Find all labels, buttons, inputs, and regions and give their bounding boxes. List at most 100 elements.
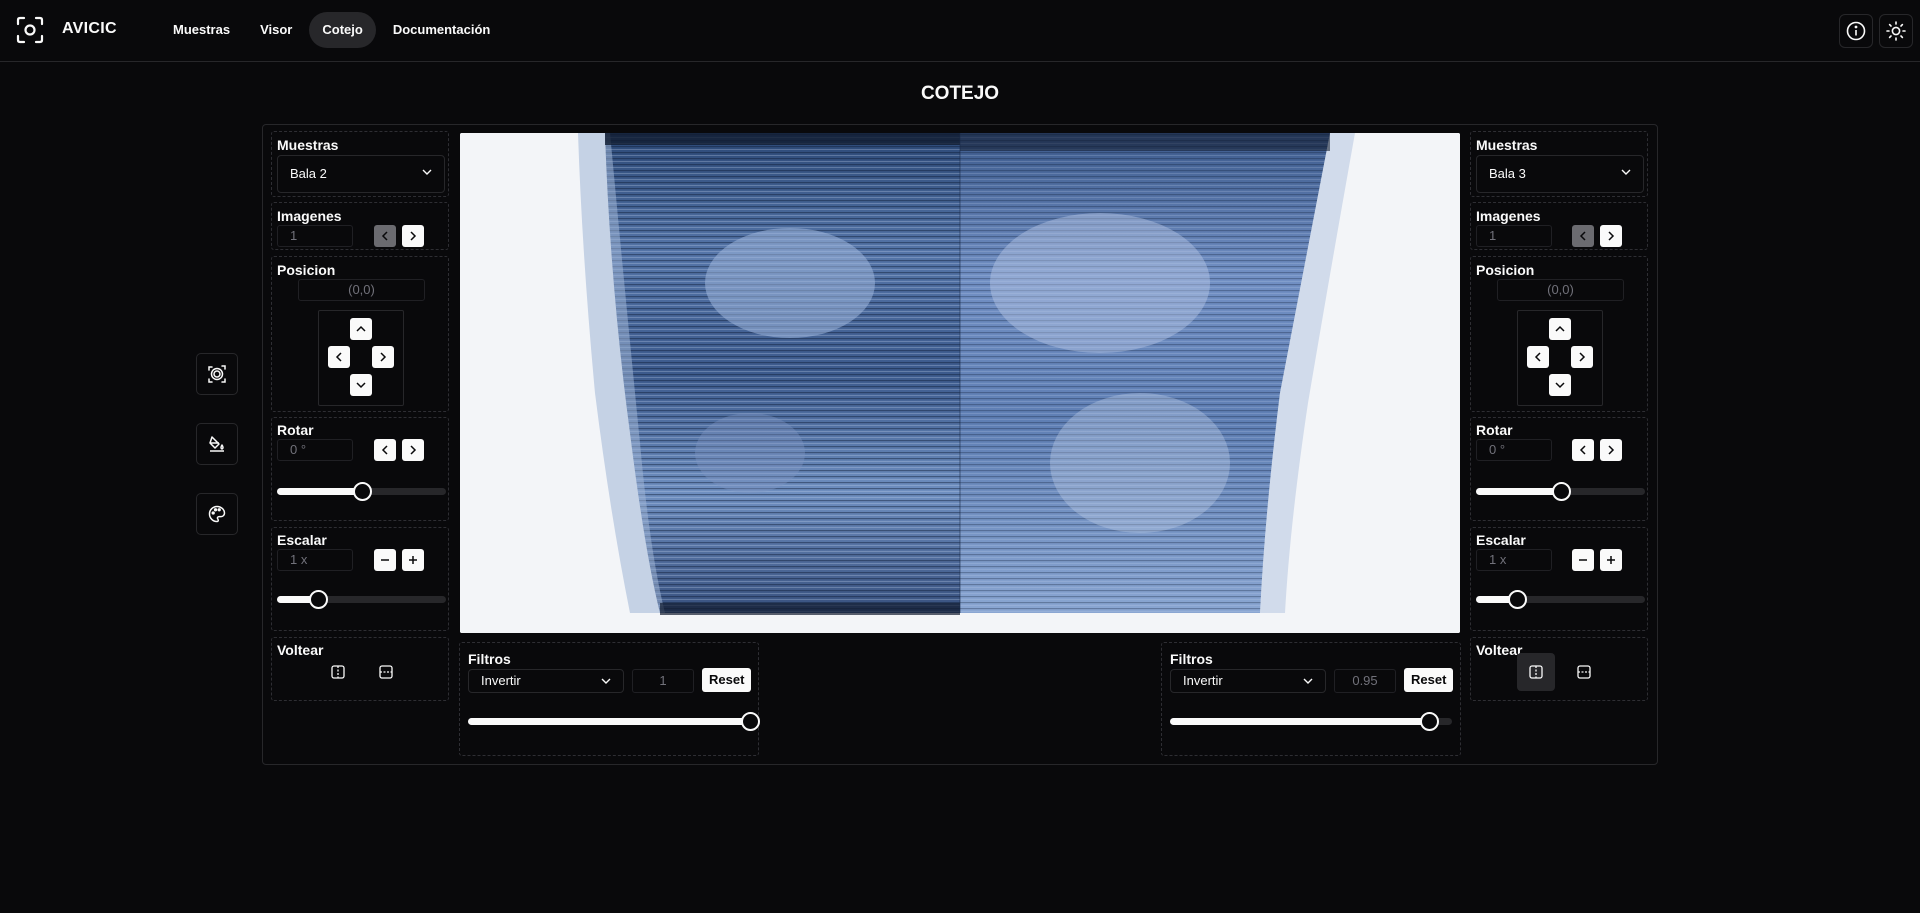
left-rotar-slider-thumb[interactable] bbox=[352, 482, 372, 501]
left-filtros-label: Filtros bbox=[468, 651, 511, 667]
main-nav: Muestras Visor Cotejo Documentación bbox=[160, 12, 503, 48]
left-escalar-slider-thumb[interactable] bbox=[308, 590, 328, 609]
left-filtro-value: Invertir bbox=[481, 673, 521, 688]
left-filtro-select[interactable]: Invertir bbox=[468, 669, 624, 693]
left-flip-horizontal-button[interactable] bbox=[319, 653, 357, 691]
left-imagenes-prev-button[interactable] bbox=[374, 225, 396, 247]
left-rotar-slider-fill bbox=[277, 488, 362, 495]
right-escalar-slider-thumb[interactable] bbox=[1507, 590, 1527, 609]
chevron-up-icon bbox=[1555, 325, 1565, 332]
left-move-up-button[interactable] bbox=[350, 318, 372, 340]
left-imagenes-label: Imagenes bbox=[277, 208, 342, 224]
chevron-left-icon bbox=[335, 352, 342, 362]
left-filtro-slider[interactable] bbox=[468, 712, 760, 731]
left-move-down-button[interactable] bbox=[350, 374, 372, 396]
app-brand[interactable]: AVICIC bbox=[62, 20, 117, 38]
left-muestras-select[interactable]: Bala 2 bbox=[277, 155, 445, 193]
nav-item-visor[interactable]: Visor bbox=[247, 12, 305, 48]
comparison-viewer[interactable] bbox=[460, 133, 1460, 633]
plus-icon bbox=[1607, 556, 1615, 564]
right-voltear-label: Voltear bbox=[1476, 642, 1523, 658]
left-imagenes-next-button[interactable] bbox=[402, 225, 424, 247]
minus-icon bbox=[381, 559, 389, 561]
right-filtro-amount-input[interactable]: 0.95 bbox=[1334, 669, 1396, 693]
right-muestras-select[interactable]: Bala 3 bbox=[1476, 155, 1644, 193]
fill-tool-button[interactable] bbox=[196, 423, 238, 465]
chevron-down-icon bbox=[1621, 169, 1631, 175]
right-escalar-section: Escalar 1 x bbox=[1470, 527, 1648, 631]
scan-focus-icon[interactable] bbox=[16, 16, 44, 44]
right-move-down-button[interactable] bbox=[1549, 374, 1571, 396]
right-move-left-button[interactable] bbox=[1527, 346, 1549, 368]
left-filtro-slider-thumb[interactable] bbox=[741, 712, 760, 731]
center-focus-button[interactable] bbox=[196, 353, 238, 395]
nav-item-muestras[interactable]: Muestras bbox=[160, 12, 243, 48]
left-filtros-section: Filtros Invertir 1 Reset bbox=[459, 642, 760, 756]
left-voltear-section: Voltear bbox=[271, 637, 449, 701]
bullet-comparison-image bbox=[460, 133, 1460, 633]
left-imagenes-input[interactable]: 1 bbox=[277, 225, 353, 247]
right-rotar-next-button[interactable] bbox=[1600, 439, 1622, 461]
left-rotar-prev-button[interactable] bbox=[374, 439, 396, 461]
right-imagenes-next-button[interactable] bbox=[1600, 225, 1622, 247]
chevron-left-icon bbox=[381, 231, 388, 241]
right-escalar-plus-button[interactable] bbox=[1600, 549, 1622, 571]
left-posicion-input[interactable]: (0,0) bbox=[298, 279, 425, 301]
chevron-right-icon bbox=[380, 352, 387, 362]
left-escalar-slider[interactable] bbox=[277, 590, 446, 609]
nav-item-documentacion[interactable]: Documentación bbox=[380, 12, 504, 48]
chevron-left-icon bbox=[1579, 445, 1586, 455]
right-filtro-select[interactable]: Invertir bbox=[1170, 669, 1326, 693]
right-escalar-minus-button[interactable] bbox=[1572, 549, 1594, 571]
left-escalar-input[interactable]: 1 x bbox=[277, 549, 353, 571]
right-rotar-prev-button[interactable] bbox=[1572, 439, 1594, 461]
left-position-dpad bbox=[318, 310, 404, 406]
right-rotar-slider-thumb[interactable] bbox=[1551, 482, 1571, 501]
right-posicion-input[interactable]: (0,0) bbox=[1497, 279, 1624, 301]
right-filtros-section: Filtros Invertir 0.95 Reset bbox=[1161, 642, 1461, 756]
right-escalar-input[interactable]: 1 x bbox=[1476, 549, 1552, 571]
color-palette-button[interactable] bbox=[196, 493, 238, 535]
left-flip-vertical-button[interactable] bbox=[367, 653, 405, 691]
right-rotar-slider[interactable] bbox=[1476, 482, 1645, 501]
flip-vertical-icon bbox=[1577, 665, 1591, 679]
right-escalar-slider[interactable] bbox=[1476, 590, 1645, 609]
right-filtros-label: Filtros bbox=[1170, 651, 1213, 667]
chevron-right-icon bbox=[1608, 445, 1615, 455]
flip-horizontal-icon bbox=[1529, 665, 1543, 679]
chevron-right-icon bbox=[410, 445, 417, 455]
chevron-left-icon bbox=[381, 445, 388, 455]
right-imagenes-prev-button[interactable] bbox=[1572, 225, 1594, 247]
info-button[interactable] bbox=[1839, 14, 1873, 48]
theme-toggle-button[interactable] bbox=[1879, 14, 1913, 48]
left-imagenes-section: Imagenes 1 bbox=[271, 202, 449, 250]
right-filtro-slider-thumb[interactable] bbox=[1420, 712, 1440, 731]
left-rotar-slider[interactable] bbox=[277, 482, 446, 501]
right-move-up-button[interactable] bbox=[1549, 318, 1571, 340]
paint-bucket-icon bbox=[209, 436, 224, 452]
chevron-up-icon bbox=[356, 325, 366, 332]
left-filtro-amount-input[interactable]: 1 bbox=[632, 669, 694, 693]
right-filtro-slider[interactable] bbox=[1170, 712, 1452, 731]
right-muestras-section: Muestras Bala 3 bbox=[1470, 131, 1648, 197]
right-rotar-input[interactable]: 0 ° bbox=[1476, 439, 1552, 461]
chevron-left-icon bbox=[1534, 352, 1541, 362]
right-flip-vertical-button[interactable] bbox=[1565, 653, 1603, 691]
left-escalar-minus-button[interactable] bbox=[374, 549, 396, 571]
right-flip-horizontal-button[interactable] bbox=[1517, 653, 1555, 691]
left-move-left-button[interactable] bbox=[328, 346, 350, 368]
left-filtro-slider-fill bbox=[468, 718, 750, 725]
left-filtro-reset-button[interactable]: Reset bbox=[702, 668, 752, 692]
nav-item-cotejo[interactable]: Cotejo bbox=[309, 12, 376, 48]
left-rotar-input[interactable]: 0 ° bbox=[277, 439, 353, 461]
left-escalar-plus-button[interactable] bbox=[402, 549, 424, 571]
palette-icon bbox=[208, 505, 226, 523]
right-posicion-section: Posicion (0,0) bbox=[1470, 256, 1648, 412]
right-filtro-reset-button[interactable]: Reset bbox=[1404, 668, 1454, 692]
left-move-right-button[interactable] bbox=[372, 346, 394, 368]
left-muestras-value: Bala 2 bbox=[290, 166, 327, 181]
right-move-right-button[interactable] bbox=[1571, 346, 1593, 368]
right-imagenes-input[interactable]: 1 bbox=[1476, 225, 1552, 247]
top-navbar: AVICIC Muestras Visor Cotejo Documentaci… bbox=[0, 0, 1920, 62]
left-rotar-next-button[interactable] bbox=[402, 439, 424, 461]
